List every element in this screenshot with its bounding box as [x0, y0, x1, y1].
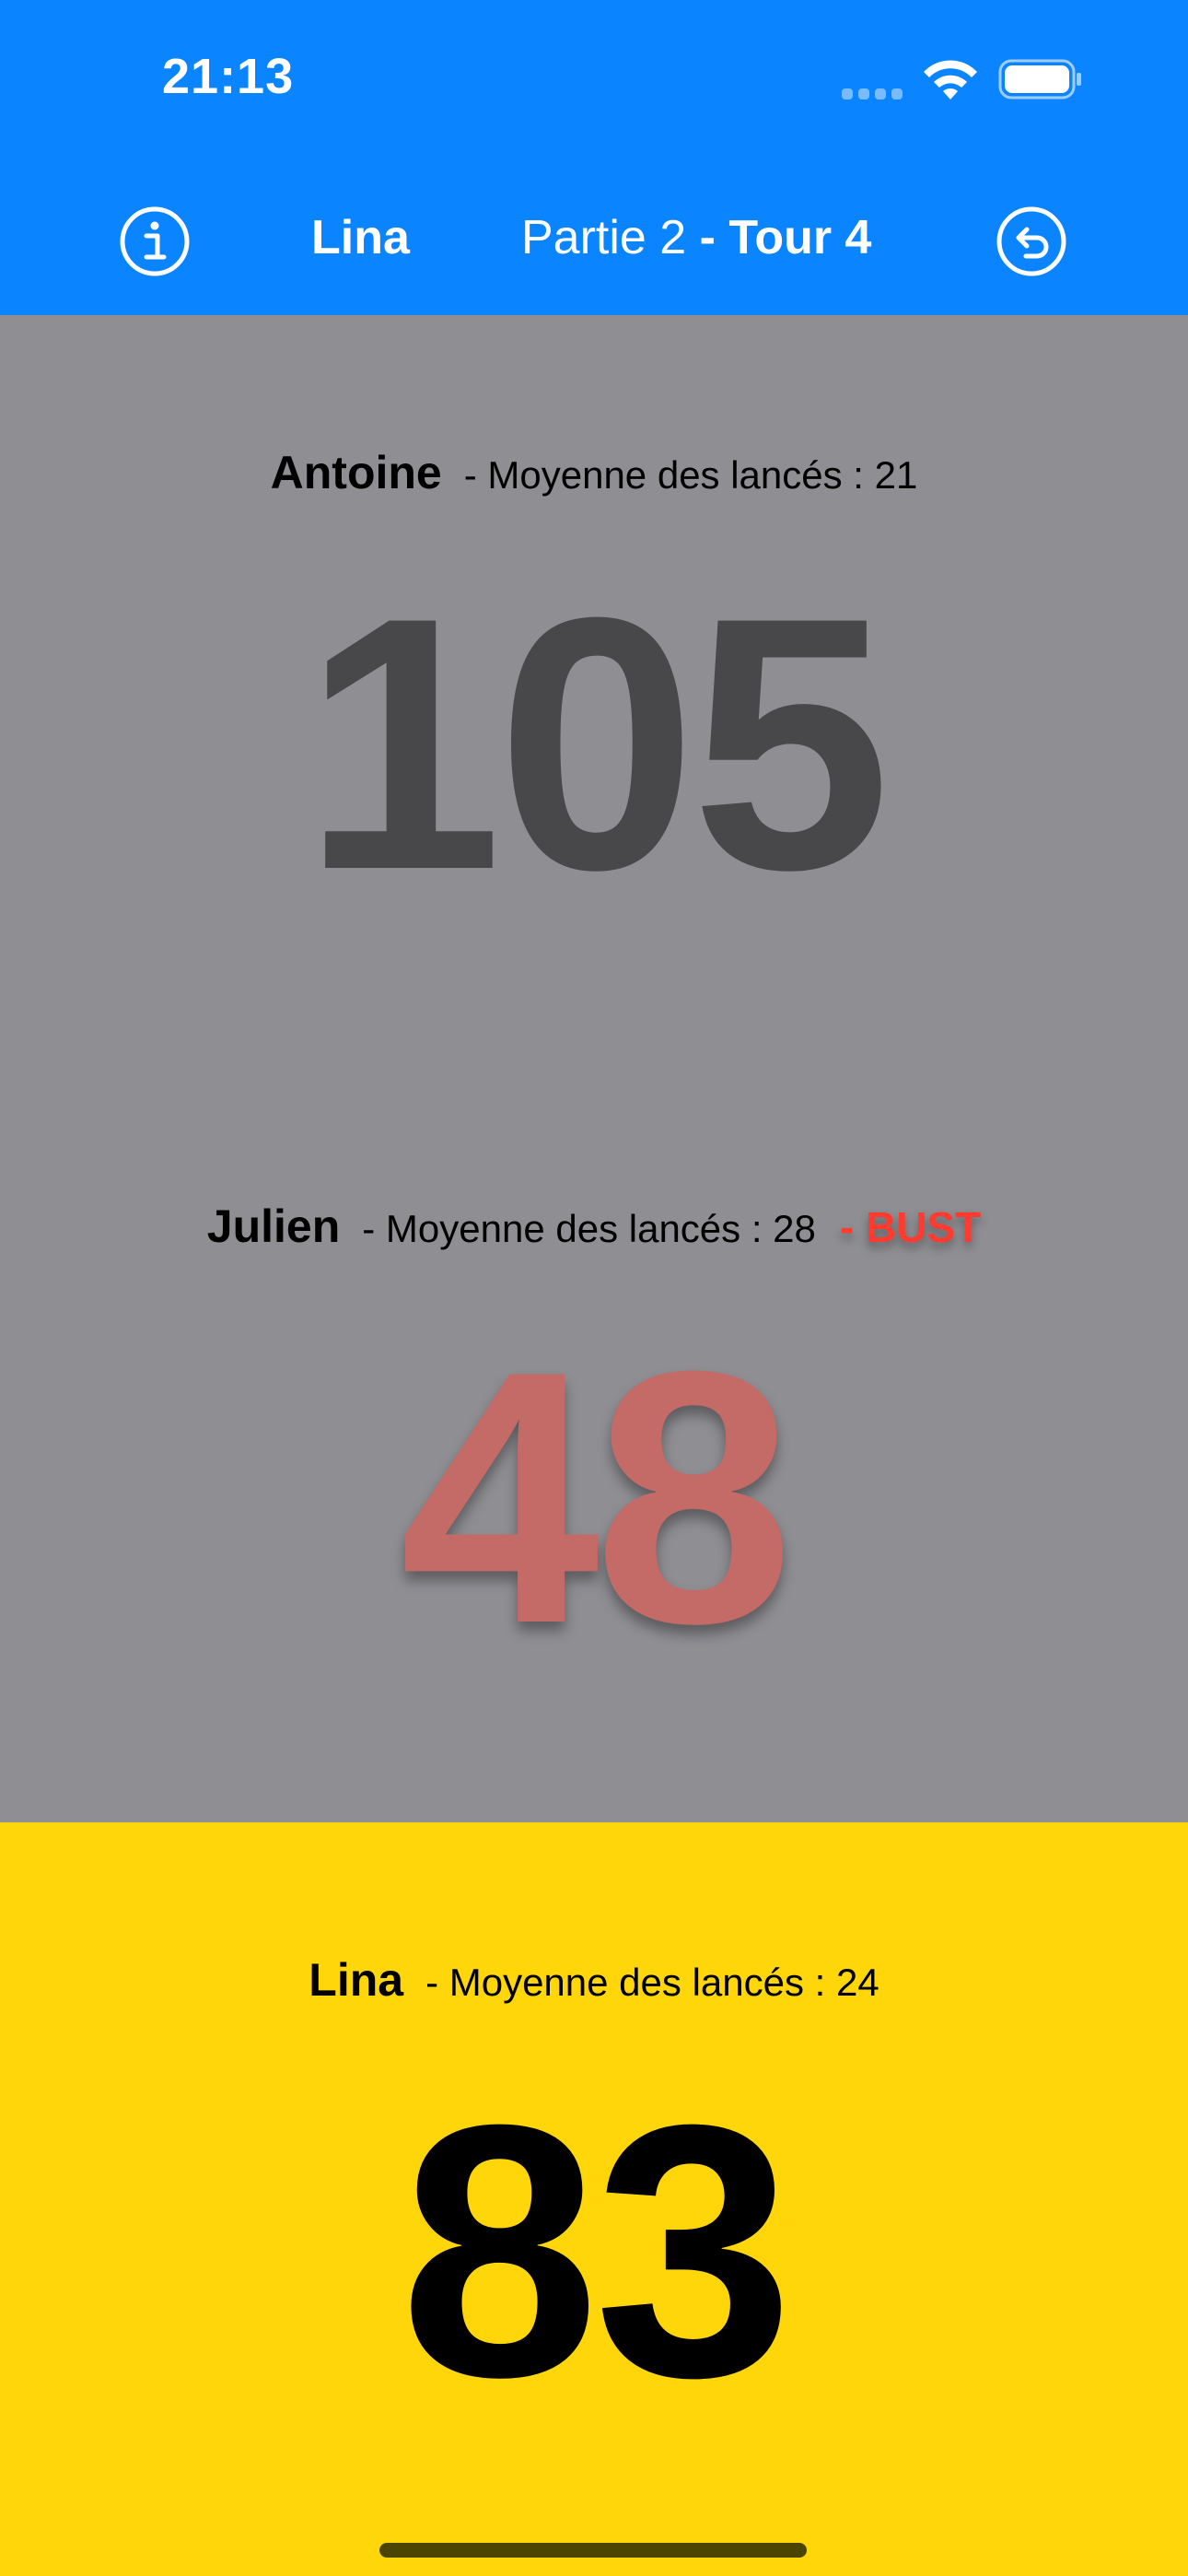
- info-button[interactable]: [118, 205, 192, 278]
- round-indicator: Partie 2 - Tour 4: [521, 210, 871, 265]
- current-player-title: Lina: [311, 211, 410, 264]
- player-average: - Moyenne des lancés : 28: [362, 1207, 816, 1250]
- scoreboard-screen: 21:13 Lina Partie 2 - Tour 4 Antoine - M…: [0, 0, 1188, 2576]
- player-score: 83: [400, 2050, 794, 2452]
- undo-arrow-icon: [996, 206, 1066, 276]
- player-info-line: Lina - Moyenne des lancés : 24: [0, 1957, 1188, 2003]
- player-name: Antoine: [270, 447, 442, 498]
- player-average: - Moyenne des lancés : 21: [463, 453, 918, 497]
- undo-button[interactable]: [995, 205, 1068, 278]
- player-name: Julien: [206, 1200, 341, 1252]
- player-score: 105: [302, 543, 891, 944]
- turn-label: - Tour 4: [699, 211, 872, 264]
- cellular-signal-icon: [842, 88, 904, 100]
- player-panel-julien[interactable]: Julien - Moyenne des lancés : 28 - BUST 48: [0, 1069, 1188, 1824]
- game-label: Partie 2: [521, 211, 687, 264]
- info-circle-icon: [120, 206, 190, 276]
- status-time: 21:13: [162, 49, 295, 104]
- player-score: 48: [400, 1296, 794, 1698]
- bust-label: - BUST: [839, 1203, 982, 1251]
- player-panel-antoine[interactable]: Antoine - Moyenne des lancés : 21 105: [0, 315, 1188, 1071]
- player-average: - Moyenne des lancés : 24: [425, 1961, 879, 2004]
- player-name: Lina: [309, 1954, 404, 2006]
- home-indicator[interactable]: [379, 2543, 807, 2558]
- wifi-icon: [921, 57, 980, 101]
- player-panel-lina-active[interactable]: Lina - Moyenne des lancés : 24 83: [0, 1822, 1188, 2576]
- player-info-line: Antoine - Moyenne des lancés : 21: [0, 450, 1188, 496]
- player-info-line: Julien - Moyenne des lancés : 28 - BUST: [0, 1203, 1188, 1249]
- top-bar: 21:13 Lina Partie 2 - Tour 4: [0, 0, 1188, 315]
- battery-icon: [998, 59, 1083, 100]
